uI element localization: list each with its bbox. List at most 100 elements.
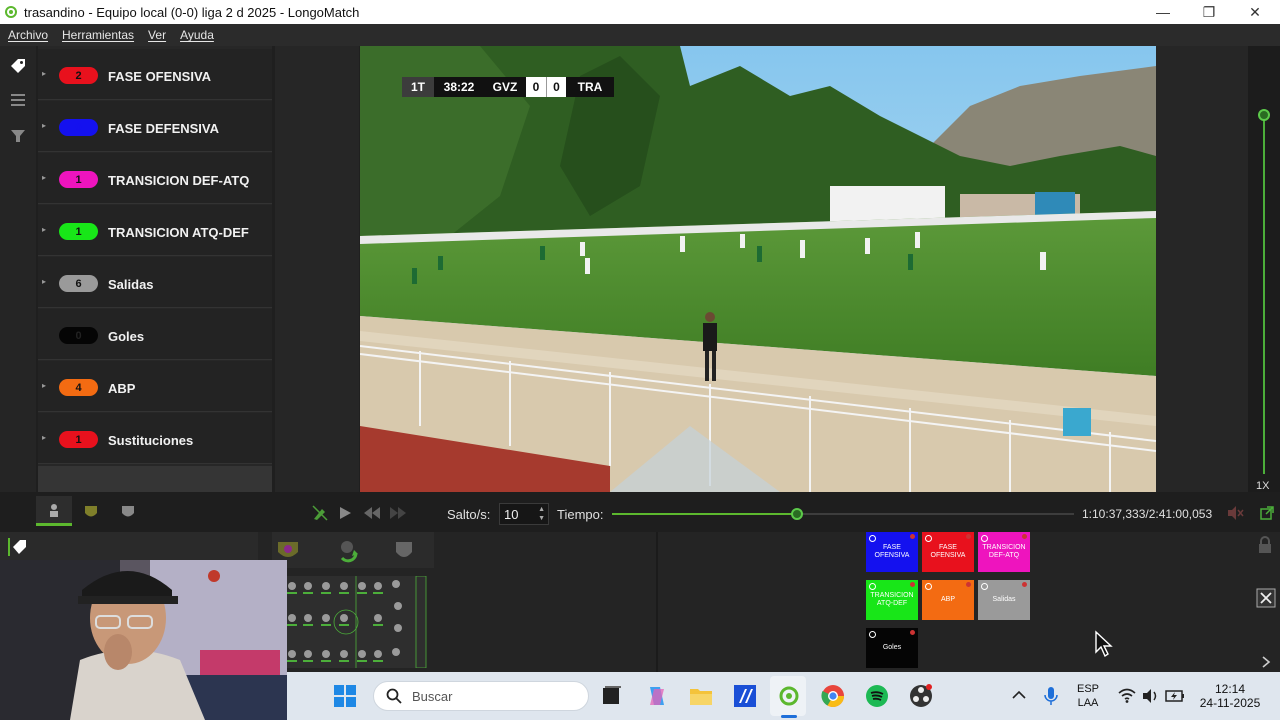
copilot-icon[interactable]: [644, 683, 670, 709]
tag-button-transicion-def-atq[interactable]: TRANSICION DEF-ATQ: [978, 532, 1030, 572]
swap-teams-icon[interactable]: [332, 538, 362, 564]
draw-icon[interactable]: [312, 505, 328, 521]
expand-arrow-icon[interactable]: ▸: [42, 173, 46, 182]
speaker-icon[interactable]: [1137, 683, 1163, 709]
category-row[interactable]: ▸ 1 TRANSICION ATQ-DEF: [38, 205, 272, 256]
webcam-overlay: [0, 560, 287, 720]
maximize-button[interactable]: ❐: [1186, 0, 1232, 24]
dashboard-divider: [656, 532, 658, 672]
tag-button-fase-ofensiva-red[interactable]: FASE OFENSIVA: [922, 532, 974, 572]
tab-timeline[interactable]: [36, 496, 72, 526]
minimize-button[interactable]: —: [1140, 0, 1186, 24]
clock-time: 12:14: [1214, 682, 1246, 696]
jump-seconds-value: 10: [504, 507, 519, 522]
timeline-slider[interactable]: [612, 508, 1074, 520]
shield-icon[interactable]: [120, 503, 136, 521]
close-panel-icon[interactable]: [1256, 588, 1276, 608]
list-icon[interactable]: [8, 90, 28, 110]
expand-arrow-icon[interactable]: ▸: [42, 225, 46, 234]
dashboard-canvas: [434, 532, 1266, 672]
lock-icon[interactable]: [1256, 536, 1274, 554]
app-store-icon[interactable]: [732, 683, 758, 709]
category-row[interactable]: ▸ 0 FASE DEFENSIVA: [38, 101, 272, 152]
category-count: 1: [59, 223, 98, 240]
scoreboard-overlay: 1T 38:22 GVZ 0 0 TRA: [402, 77, 614, 97]
jump-seconds-input[interactable]: 10 ▲ ▼: [499, 503, 549, 525]
taskbar-search-placeholder: Buscar: [412, 688, 453, 704]
tag-icon[interactable]: [8, 538, 28, 556]
longomatch-taskbar-icon[interactable]: [776, 683, 802, 709]
detach-window-icon[interactable]: [1259, 505, 1275, 521]
speed-label: 1X: [1256, 480, 1270, 492]
expand-arrow-icon[interactable]: ▸: [42, 381, 46, 390]
team-crest-icon[interactable]: [276, 540, 300, 562]
clock-date: 24-11-2025: [1199, 696, 1261, 710]
tag-button-fase-ofensiva[interactable]: FASE OFENSIVA: [866, 532, 918, 572]
rewind-icon[interactable]: [362, 505, 382, 521]
chrome-icon[interactable]: [820, 683, 846, 709]
category-count: 1: [59, 431, 98, 448]
menu-ayuda[interactable]: Ayuda: [180, 28, 214, 42]
tag-button-transicion-atq-def[interactable]: TRANSICION ATQ-DEF: [866, 580, 918, 620]
window-title: trasandino - Equipo local (0-0) liga 2 d…: [24, 4, 360, 20]
play-icon[interactable]: [337, 505, 353, 521]
obs-icon[interactable]: [908, 683, 934, 709]
battery-icon[interactable]: [1162, 683, 1188, 709]
chevron-right-icon[interactable]: [1260, 656, 1272, 668]
home-team-code: GVZ: [484, 77, 526, 97]
tag-button-goles[interactable]: Goles: [866, 628, 918, 668]
field-lineup: [286, 575, 434, 669]
category-label: Goles: [108, 329, 145, 344]
filter-icon[interactable]: [8, 126, 28, 146]
microphone-icon[interactable]: [1038, 683, 1064, 709]
timeline-handle[interactable]: [791, 508, 803, 520]
video-side-area: [1156, 46, 1248, 492]
stepper-arrows-icon[interactable]: ▲ ▼: [538, 505, 545, 523]
windows-start-icon[interactable]: [332, 683, 358, 709]
volume-muted-icon[interactable]: [1226, 505, 1244, 521]
menu-bar: Archivo Herramientas Ver Ayuda: [0, 24, 1280, 46]
tag-button-salidas[interactable]: Salidas: [978, 580, 1030, 620]
menu-archivo[interactable]: Archivo: [8, 28, 48, 42]
tag-icon[interactable]: [8, 56, 28, 76]
active-indicator: [781, 715, 797, 718]
expand-arrow-icon[interactable]: ▸: [42, 121, 46, 130]
chevron-up-icon[interactable]: [1006, 683, 1032, 709]
taskbar-search-box[interactable]: Buscar: [373, 681, 589, 711]
spotify-icon[interactable]: [864, 683, 890, 709]
language-indicator[interactable]: ESP LAA: [1073, 682, 1103, 710]
system-clock[interactable]: 12:14 24-11-2025: [1190, 682, 1270, 710]
fast-forward-icon[interactable]: [388, 505, 408, 521]
category-label: FASE OFENSIVA: [108, 69, 212, 84]
category-row[interactable]: ▸ 2 FASE OFENSIVA: [38, 49, 272, 100]
time-label: Tiempo:: [557, 507, 604, 522]
windows-taskbar: Buscar ESP LAA 12:14 24-11-2025: [287, 672, 1280, 720]
file-explorer-icon[interactable]: [688, 683, 714, 709]
team-crest-icon[interactable]: [82, 503, 100, 521]
speed-slider-handle[interactable]: [1258, 109, 1270, 121]
category-label: ABP: [108, 381, 136, 396]
shield-icon[interactable]: [394, 540, 414, 562]
category-row[interactable]: ▸ 1 TRANSICION DEF-ATQ: [38, 153, 272, 204]
longomatch-logo-icon: [5, 6, 17, 18]
category-panel: ▸ 2 FASE OFENSIVA ▸ 0 FASE DEFENSIVA ▸ 1…: [38, 46, 272, 492]
category-row[interactable]: 0 Goles: [38, 309, 272, 360]
menu-ver[interactable]: Ver: [148, 28, 166, 42]
expand-arrow-icon[interactable]: ▸: [42, 69, 46, 78]
task-view-icon[interactable]: [598, 683, 624, 709]
category-panel-footer: [38, 466, 272, 492]
category-row[interactable]: ▸ 6 Salidas: [38, 257, 272, 308]
close-button[interactable]: ✕: [1232, 0, 1278, 24]
expand-arrow-icon[interactable]: ▸: [42, 433, 46, 442]
category-row[interactable]: ▸ 4 ABP: [38, 361, 272, 412]
expand-arrow-icon[interactable]: ▸: [42, 277, 46, 286]
category-count: 2: [59, 67, 98, 84]
team-toolbar: [272, 532, 434, 568]
video-player[interactable]: 1T 38:22 GVZ 0 0 TRA: [360, 46, 1156, 492]
category-count: 0: [59, 119, 98, 136]
video-frame: [360, 46, 1156, 492]
menu-herramientas[interactable]: Herramientas: [62, 28, 134, 42]
category-row[interactable]: ▸ 1 Sustituciones: [38, 413, 272, 464]
speed-slider-track[interactable]: [1263, 114, 1265, 474]
tag-button-abp[interactable]: ABP: [922, 580, 974, 620]
